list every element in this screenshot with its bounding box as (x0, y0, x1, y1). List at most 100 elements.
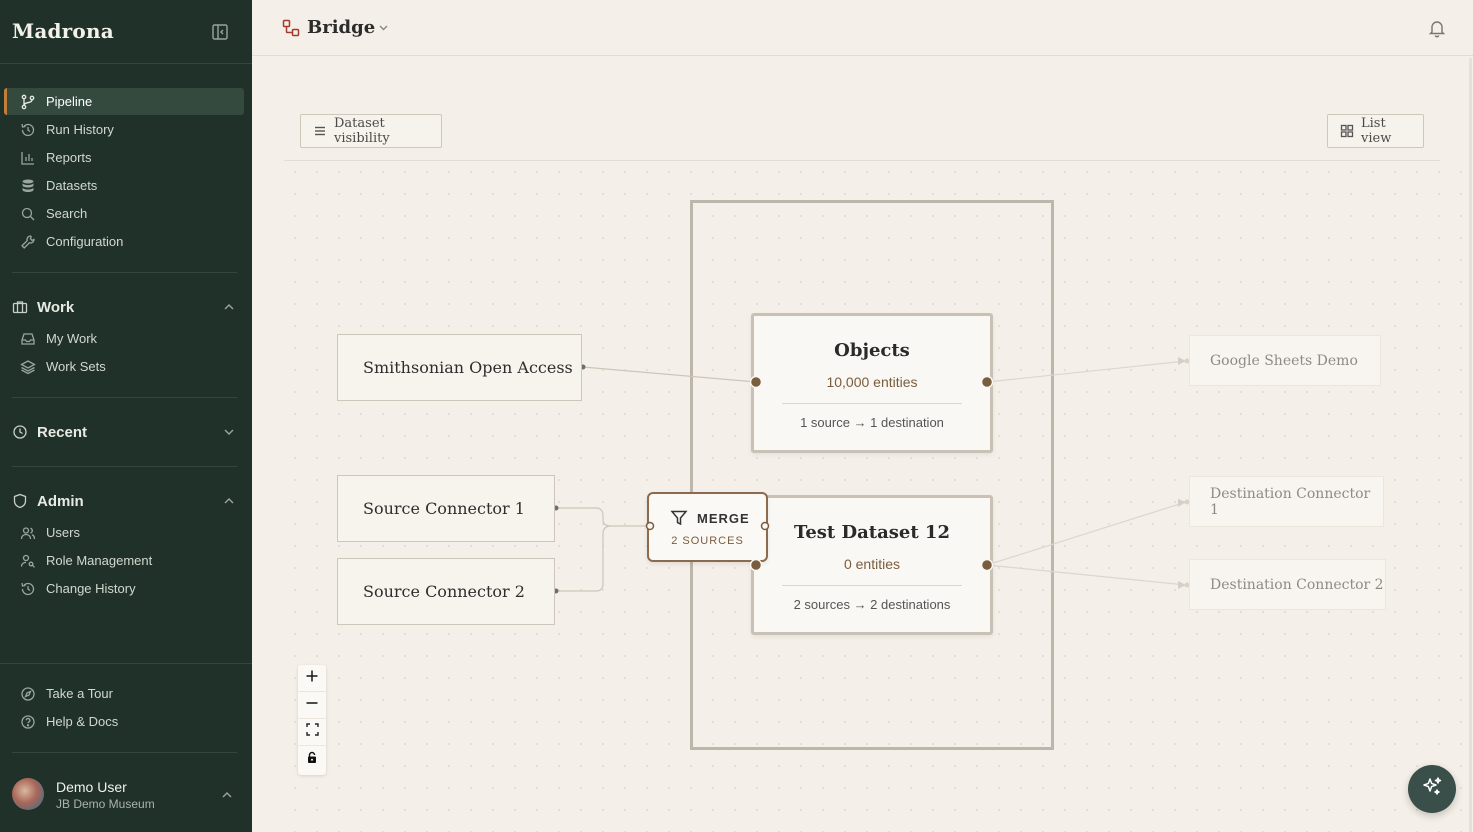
lock-button[interactable] (298, 746, 326, 773)
sidebar-collapse-icon[interactable] (210, 22, 230, 42)
dataset-flow-summary: 1 source → 1 destination (800, 415, 944, 430)
ai-assistant-button[interactable] (1408, 765, 1456, 813)
sidebar-item-label: Pipeline (46, 94, 93, 109)
chevron-down-icon (222, 425, 236, 439)
destination-node-google-sheets[interactable]: Google Sheets Demo (1189, 335, 1381, 386)
sidebar-item-help-docs[interactable]: Help & Docs (4, 708, 244, 735)
inbox-icon (20, 331, 36, 347)
sidebar-item-label: Run History (46, 122, 114, 137)
chevron-up-icon (220, 788, 234, 802)
pipeline-icon (20, 94, 36, 110)
sidebar-item-run-history[interactable]: Run History (4, 116, 244, 143)
sidebar-item-take-a-tour[interactable]: Take a Tour (4, 680, 244, 707)
sidebar-item-role-management[interactable]: Role Management (4, 547, 244, 574)
filter-icon (670, 509, 688, 527)
dataset-flow-summary: 2 sources → 2 destinations (793, 597, 951, 612)
sidebar-item-label: Datasets (46, 178, 98, 193)
source-node-label: Source Connector 2 (363, 582, 525, 601)
zoom-controls (298, 665, 326, 775)
destination-node-label: Destination Connector 2 (1210, 576, 1384, 593)
wrench-icon (20, 234, 36, 250)
layers-icon (20, 359, 36, 375)
destination-node-label: Google Sheets Demo (1210, 352, 1358, 369)
sidebar-item-datasets[interactable]: Datasets (4, 172, 244, 199)
project-switcher[interactable]: Bridge (307, 17, 375, 38)
sidebar-item-work-sets[interactable]: Work Sets (4, 353, 244, 380)
sparkles-icon (1420, 775, 1444, 804)
merge-node[interactable]: MERGE 2 SOURCES (647, 492, 768, 562)
sidebar-item-label: My Work (46, 331, 98, 346)
chevron-up-icon (222, 494, 236, 508)
search-icon (20, 206, 36, 222)
users-icon (20, 525, 36, 541)
plus-icon (305, 669, 319, 688)
section-admin-title: Admin (37, 492, 84, 510)
chart-icon (20, 150, 36, 166)
source-node-smithsonian[interactable]: Smithsonian Open Access (337, 334, 582, 401)
section-work-title: Work (37, 298, 75, 316)
dataset-title: Test Dataset 12 (794, 522, 950, 543)
fullscreen-icon (305, 723, 319, 741)
sidebar-item-pipeline[interactable]: Pipeline (4, 88, 244, 115)
sidebar-item-label: Take a Tour (46, 686, 113, 701)
sidebar-divider (12, 466, 237, 467)
destination-node-connector-1[interactable]: Destination Connector 1 (1189, 476, 1384, 527)
project-icon (282, 19, 300, 37)
source-node-connector-2[interactable]: Source Connector 2 (337, 558, 555, 625)
sidebar-divider (12, 397, 237, 398)
sidebar-item-my-work[interactable]: My Work (4, 325, 244, 352)
sidebar-divider (12, 272, 237, 273)
shield-icon (12, 493, 28, 509)
source-node-label: Source Connector 1 (363, 499, 525, 518)
sidebar-item-label: Role Management (46, 553, 153, 568)
brand-logo: Madrona (12, 19, 114, 43)
user-org: JB Demo Museum (56, 797, 155, 811)
user-menu[interactable]: Demo User JB Demo Museum (12, 778, 242, 812)
notification-bell-icon[interactable] (1427, 18, 1447, 38)
sidebar-item-label: Work Sets (46, 359, 106, 374)
dataset-visibility-button[interactable]: Dataset visibility (300, 114, 442, 148)
sidebar-item-search[interactable]: Search (4, 200, 244, 227)
fit-view-button[interactable] (298, 719, 326, 746)
grid-icon (1340, 124, 1354, 138)
sidebar-divider (12, 752, 237, 753)
dataset-entity-count: 10,000 entities (826, 374, 918, 390)
history-icon (20, 581, 36, 597)
page-scrollbar[interactable] (1469, 58, 1472, 832)
merge-source-count: 2 SOURCES (671, 535, 744, 547)
history-icon (20, 122, 36, 138)
list-view-button[interactable]: List view (1327, 114, 1424, 148)
source-node-label: Smithsonian Open Access (363, 358, 573, 377)
merge-label: MERGE (697, 511, 750, 526)
database-icon (20, 178, 36, 194)
sidebar-item-label: Search (46, 206, 88, 221)
section-recent-header[interactable]: Recent (12, 421, 240, 443)
list-view-label: List view (1361, 116, 1392, 146)
sidebar-item-configuration[interactable]: Configuration (4, 228, 244, 255)
dataset-divider (782, 585, 962, 586)
source-node-connector-1[interactable]: Source Connector 1 (337, 475, 555, 542)
minus-icon (305, 696, 319, 715)
dataset-node-test-dataset-12[interactable]: Test Dataset 12 0 entities 2 sources → 2… (751, 495, 993, 635)
chevron-down-icon[interactable] (377, 21, 390, 34)
zoom-in-button[interactable] (298, 665, 326, 692)
destination-node-connector-2[interactable]: Destination Connector 2 (1189, 559, 1386, 610)
zoom-out-button[interactable] (298, 692, 326, 719)
help-icon (20, 714, 36, 730)
sidebar-item-users[interactable]: Users (4, 519, 244, 546)
sidebar-item-label: Help & Docs (46, 714, 119, 729)
chevron-up-icon (222, 300, 236, 314)
section-recent-title: Recent (37, 423, 88, 441)
dataset-group-frame (690, 200, 1054, 750)
sidebar-divider (0, 63, 252, 64)
section-admin-header[interactable]: Admin (12, 490, 240, 512)
sidebar: Madrona Pipeline Run History Reports Dat… (0, 0, 252, 832)
lock-icon (306, 751, 318, 769)
dataset-node-objects[interactable]: Objects 10,000 entities 1 source → 1 des… (751, 313, 993, 453)
destination-node-label: Destination Connector 1 (1210, 485, 1371, 518)
sidebar-item-change-history[interactable]: Change History (4, 575, 244, 602)
sidebar-item-reports[interactable]: Reports (4, 144, 244, 171)
section-work-header[interactable]: Work (12, 296, 240, 318)
dataset-divider (782, 403, 962, 404)
avatar (12, 778, 44, 810)
